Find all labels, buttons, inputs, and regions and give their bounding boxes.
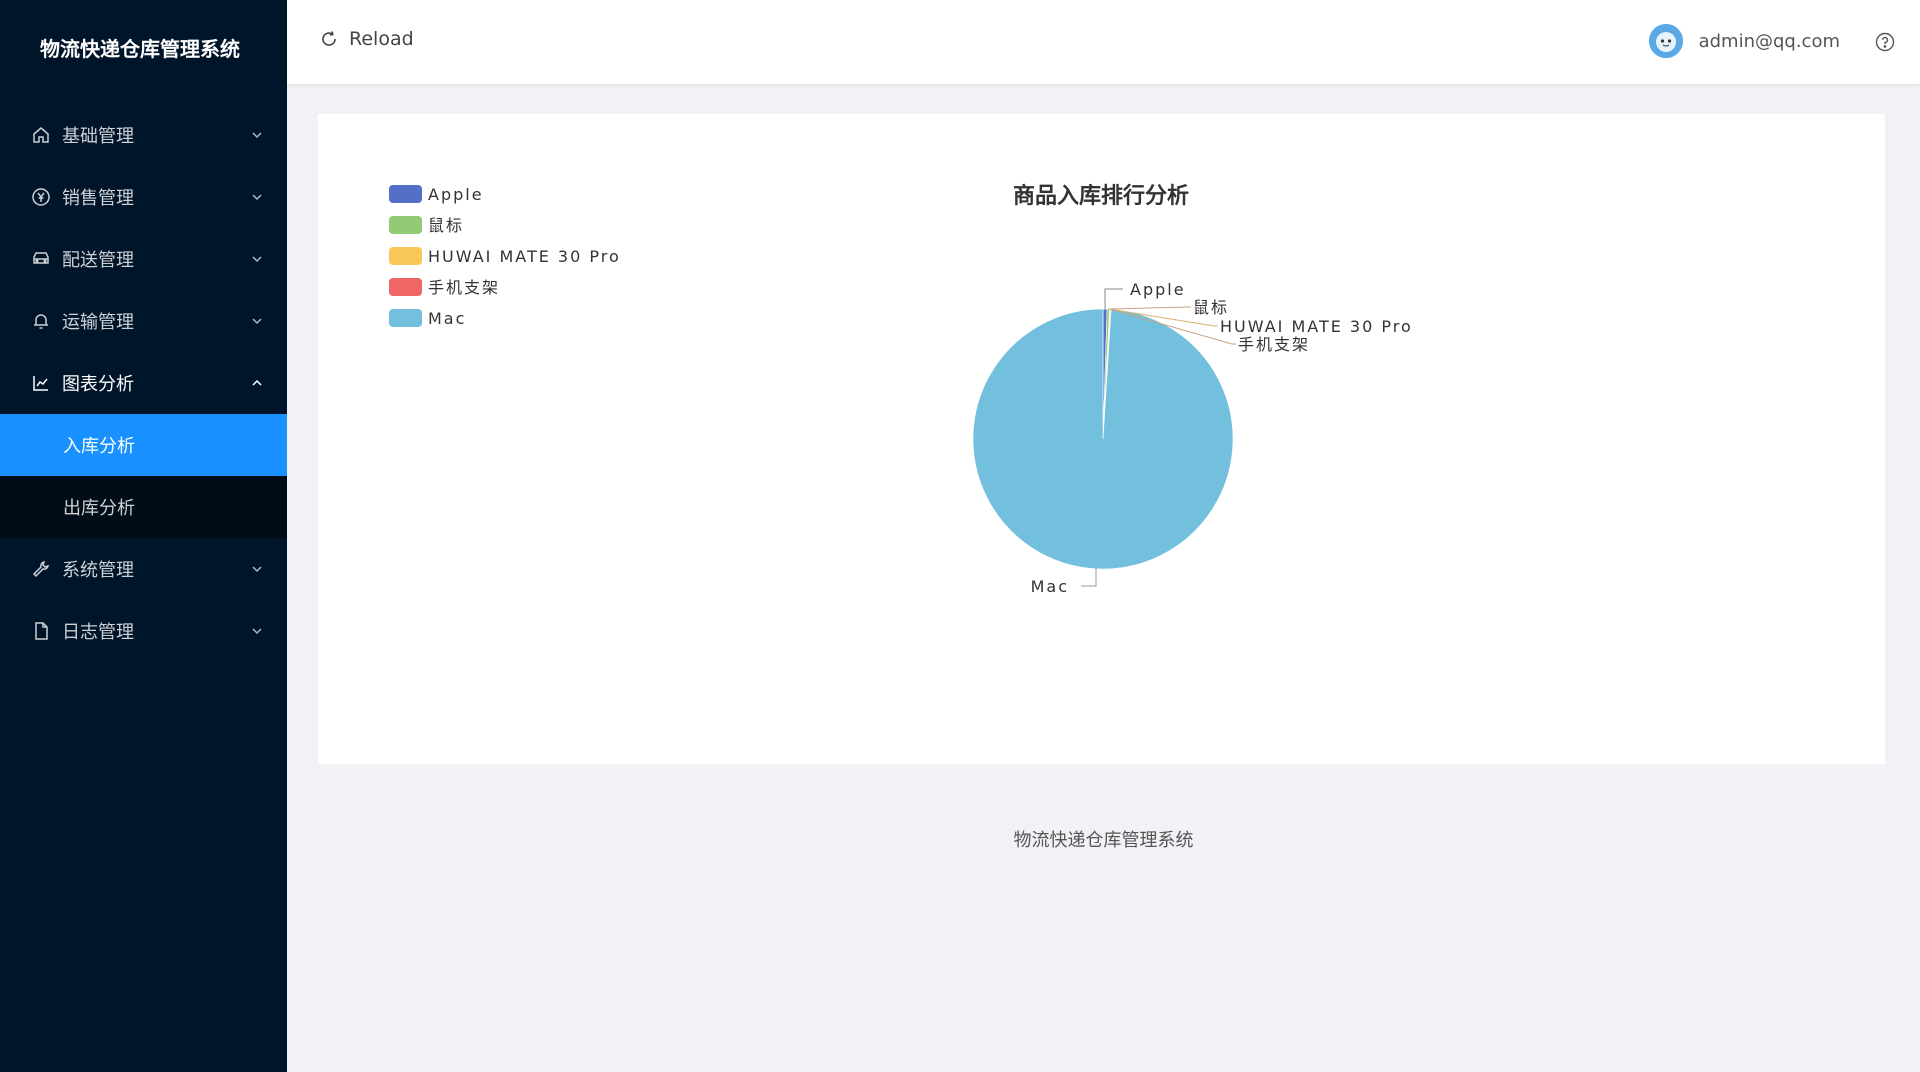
sidebar-item-charts[interactable]: 图表分析 <box>0 352 287 414</box>
legend-label[interactable]: 鼠标 <box>428 216 464 235</box>
avatar <box>1648 24 1683 58</box>
pie-label: 鼠标 <box>1193 298 1229 317</box>
wrench-icon <box>30 558 52 580</box>
help-icon[interactable] <box>1875 32 1895 52</box>
sidebar-item-basic[interactable]: 基础管理 <box>0 104 287 166</box>
sidebar-item-label: 销售管理 <box>62 188 134 209</box>
pie-slices <box>972 308 1234 570</box>
chevron-down-icon <box>252 194 262 201</box>
legend-label[interactable]: 手机支架 <box>428 278 500 297</box>
sidebar-item-sales[interactable]: 销售管理 <box>0 166 287 228</box>
sidebar-item-label: 系统管理 <box>62 560 134 581</box>
legend-label[interactable]: Mac <box>428 309 466 328</box>
chevron-down-icon <box>252 132 262 139</box>
pie-leader-line <box>1081 567 1097 587</box>
pie-label: HUWAI MATE 30 Pro <box>1220 317 1413 336</box>
sidebar: 物流快递仓库管理系统 基础管理 销售管理 配送管理 运输管理 图表分析 入库分析… <box>0 0 287 1072</box>
legend-swatch[interactable] <box>389 247 422 265</box>
sidebar-item-label: 日志管理 <box>62 622 134 643</box>
user-menu[interactable]: admin@qq.com <box>1648 24 1840 58</box>
app-title: 物流快递仓库管理系统 <box>40 37 240 61</box>
sidebar-item-system[interactable]: 系统管理 <box>0 538 287 600</box>
sidebar-menu: 基础管理 销售管理 配送管理 运输管理 图表分析 入库分析 出库分析 系统管理 … <box>0 104 287 662</box>
bell-icon <box>30 310 52 332</box>
reload-label: Reload <box>349 28 414 50</box>
pie-label: Mac <box>1031 577 1069 596</box>
legend-label[interactable]: HUWAI MATE 30 Pro <box>428 247 621 266</box>
legend-swatch[interactable] <box>389 185 422 203</box>
legend-label[interactable]: Apple <box>428 185 484 204</box>
chart-title: 商品入库排行分析 <box>1013 183 1189 209</box>
line-chart-icon <box>30 372 52 394</box>
reload-button[interactable]: Reload <box>319 28 414 50</box>
pie-slice[interactable] <box>972 308 1234 570</box>
top-header: Reload admin@qq.com <box>287 0 1920 84</box>
footer-text: 物流快递仓库管理系统 <box>1013 830 1194 851</box>
chart-card: 商品入库排行分析 Apple 鼠标 HUWAI MATE 30 Pro 手机支架 Mac… <box>318 114 1885 764</box>
submenu-charts: 入库分析 出库分析 <box>0 414 287 538</box>
chart-legend: Apple 鼠标 HUWAI MATE 30 Pro 手机支架 Mac <box>389 185 621 328</box>
sidebar-item-label: 基础管理 <box>62 126 134 147</box>
chevron-down-icon <box>252 256 262 263</box>
truck-icon <box>30 248 52 270</box>
sidebar-item-label: 运输管理 <box>62 312 134 333</box>
sidebar-item-label: 图表分析 <box>62 374 134 395</box>
legend-swatch[interactable] <box>389 278 422 296</box>
sidebar-item-outbound-analysis[interactable]: 出库分析 <box>0 476 287 538</box>
home-icon <box>30 124 52 146</box>
pie-label: 手机支架 <box>1238 335 1310 354</box>
yen-icon <box>30 186 52 208</box>
pie-leader-line <box>1108 306 1191 310</box>
pie-chart: 商品入库排行分析 Apple鼠标HUWAI MATE 30 Pro手机支架Mac… <box>389 183 1413 596</box>
chevron-up-icon <box>252 379 262 386</box>
sidebar-item-delivery[interactable]: 配送管理 <box>0 228 287 290</box>
legend-swatch[interactable] <box>389 216 422 234</box>
file-icon <box>30 620 52 642</box>
pie-leader-line <box>1104 288 1123 310</box>
sidebar-item-label: 配送管理 <box>62 250 134 271</box>
chevron-down-icon <box>252 318 262 325</box>
sidebar-item-transport[interactable]: 运输管理 <box>0 290 287 352</box>
chevron-down-icon <box>252 566 262 573</box>
reload-icon <box>322 31 336 46</box>
legend-swatch[interactable] <box>389 309 422 327</box>
chevron-down-icon <box>252 628 262 635</box>
sidebar-item-inbound-analysis[interactable]: 入库分析 <box>0 414 287 476</box>
pie-label: Apple <box>1130 280 1186 299</box>
user-email: admin@qq.com <box>1698 30 1840 52</box>
sidebar-item-logs[interactable]: 日志管理 <box>0 600 287 662</box>
